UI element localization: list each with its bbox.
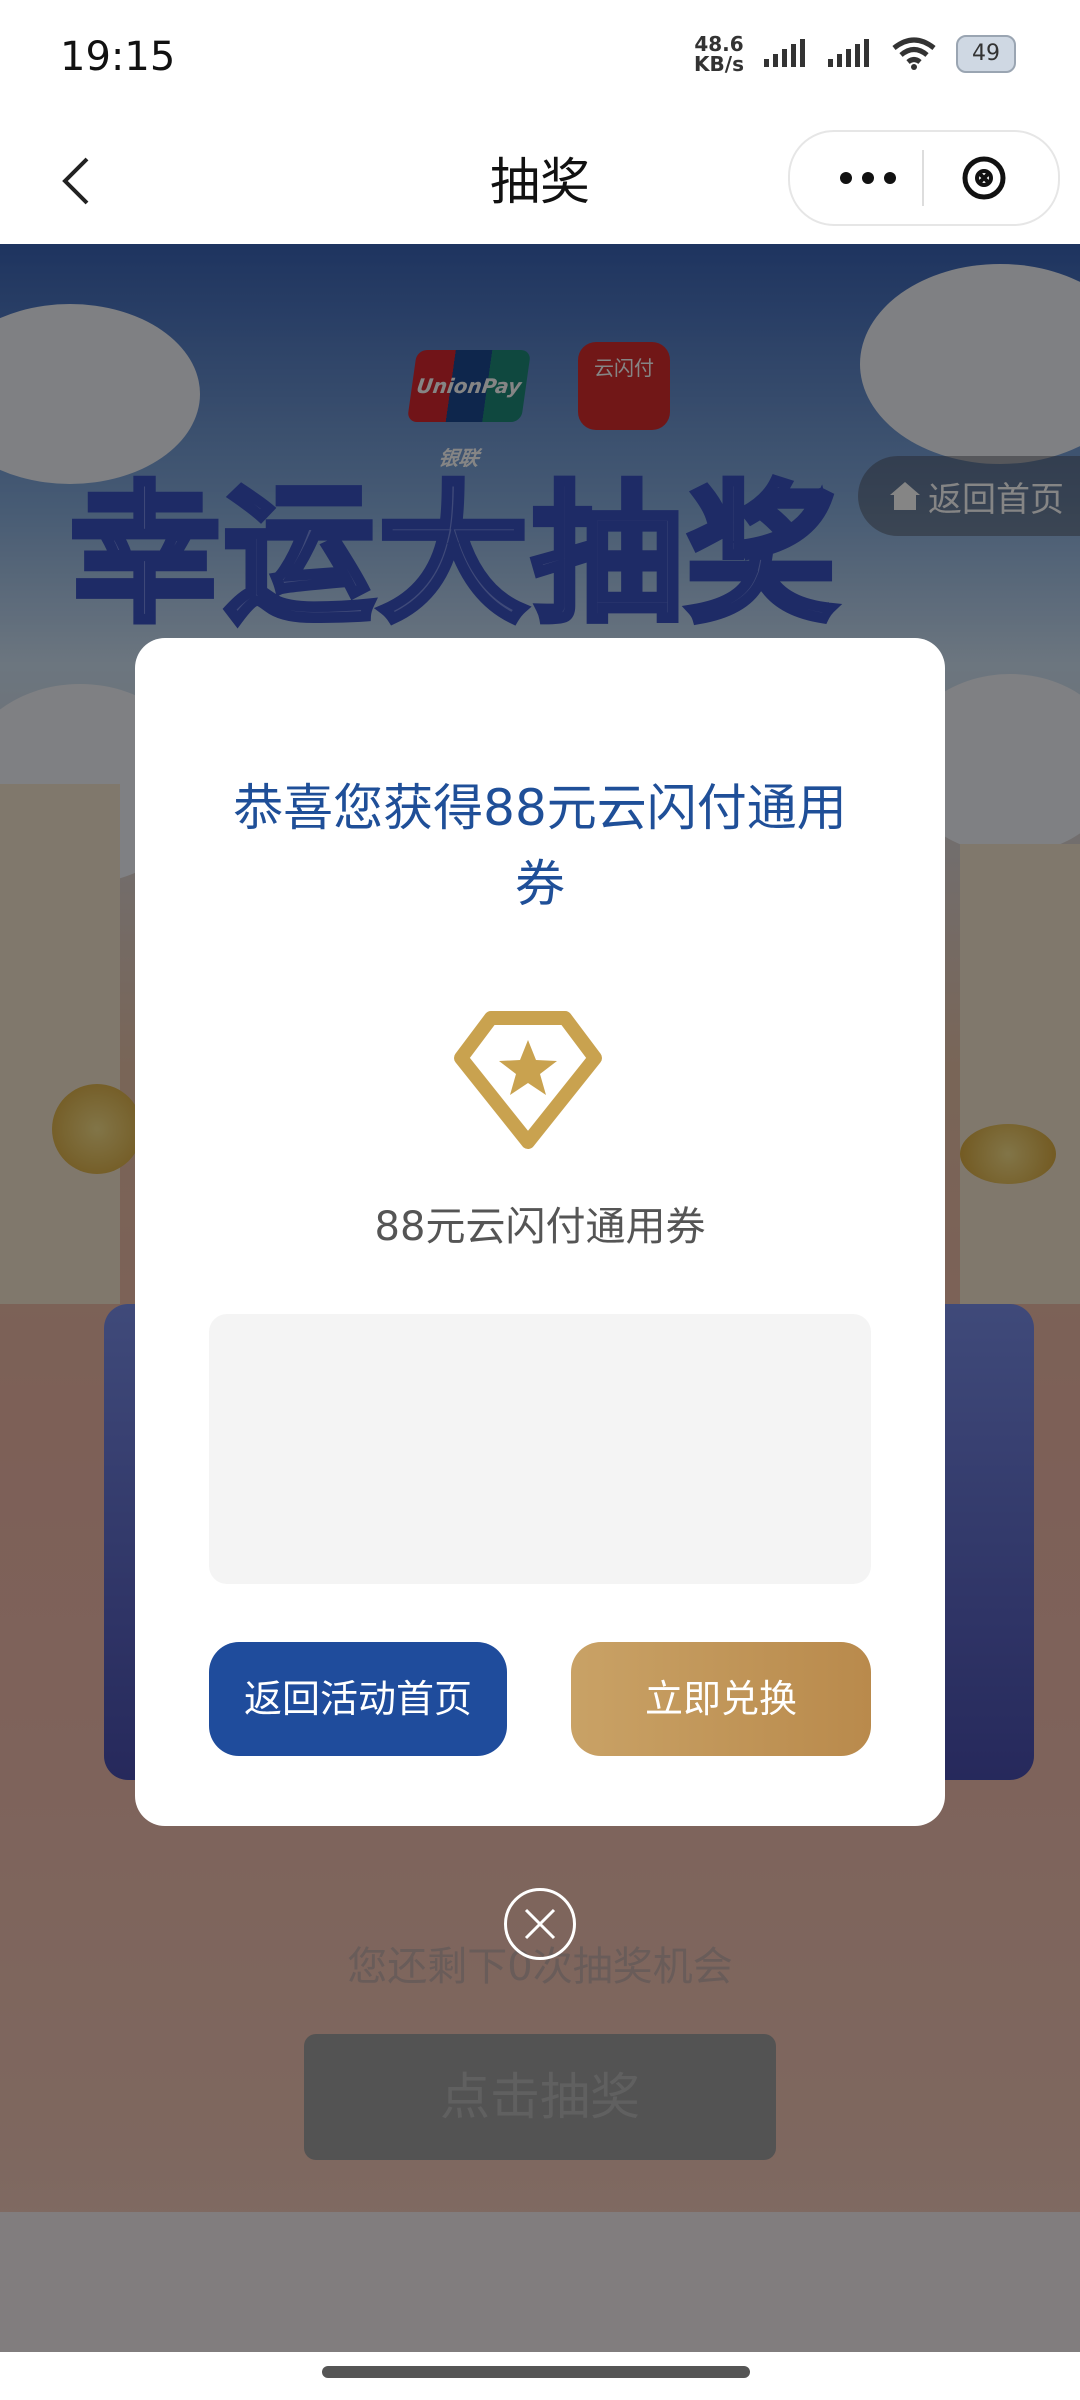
status-time: 19:15 [60,34,176,80]
network-speed: 48.6 KB/s [694,32,744,76]
close-circle-icon [962,156,1006,200]
dialog-close-button[interactable] [504,1888,576,1960]
status-bar: 19:15 48.6 KB/s 49 [0,0,1080,118]
capsule-divider [922,150,924,206]
wifi-icon [892,37,936,70]
more-icon [840,172,896,184]
back-to-activity-button[interactable]: 返回活动首页 [209,1642,507,1756]
prize-detail-box [209,1314,871,1584]
miniapp-capsule [788,130,1060,226]
signal-icon [764,39,805,67]
battery-icon: 49 [956,35,1016,73]
close-miniapp-button[interactable] [958,152,1010,204]
dialog-title: 恭喜您获得88元云闪付通用券 [233,779,847,913]
prize-name: 88元云闪付通用券 [374,1204,706,1250]
prize-result-dialog: 恭喜您获得88元云闪付通用券 88元云闪付通用券 返回活动首页 立即兑换 [135,638,945,1826]
redeem-now-button[interactable]: 立即兑换 [571,1642,871,1756]
nav-bar: 抽奖 [0,118,1080,244]
more-button[interactable] [828,158,908,198]
gesture-area [0,2352,1080,2400]
close-icon [524,1908,556,1940]
signal-icon-2 [828,39,869,67]
status-icons: 48.6 KB/s 49 [694,34,1016,74]
diamond-star-icon [454,1011,602,1149]
home-indicator[interactable] [322,2366,750,2378]
